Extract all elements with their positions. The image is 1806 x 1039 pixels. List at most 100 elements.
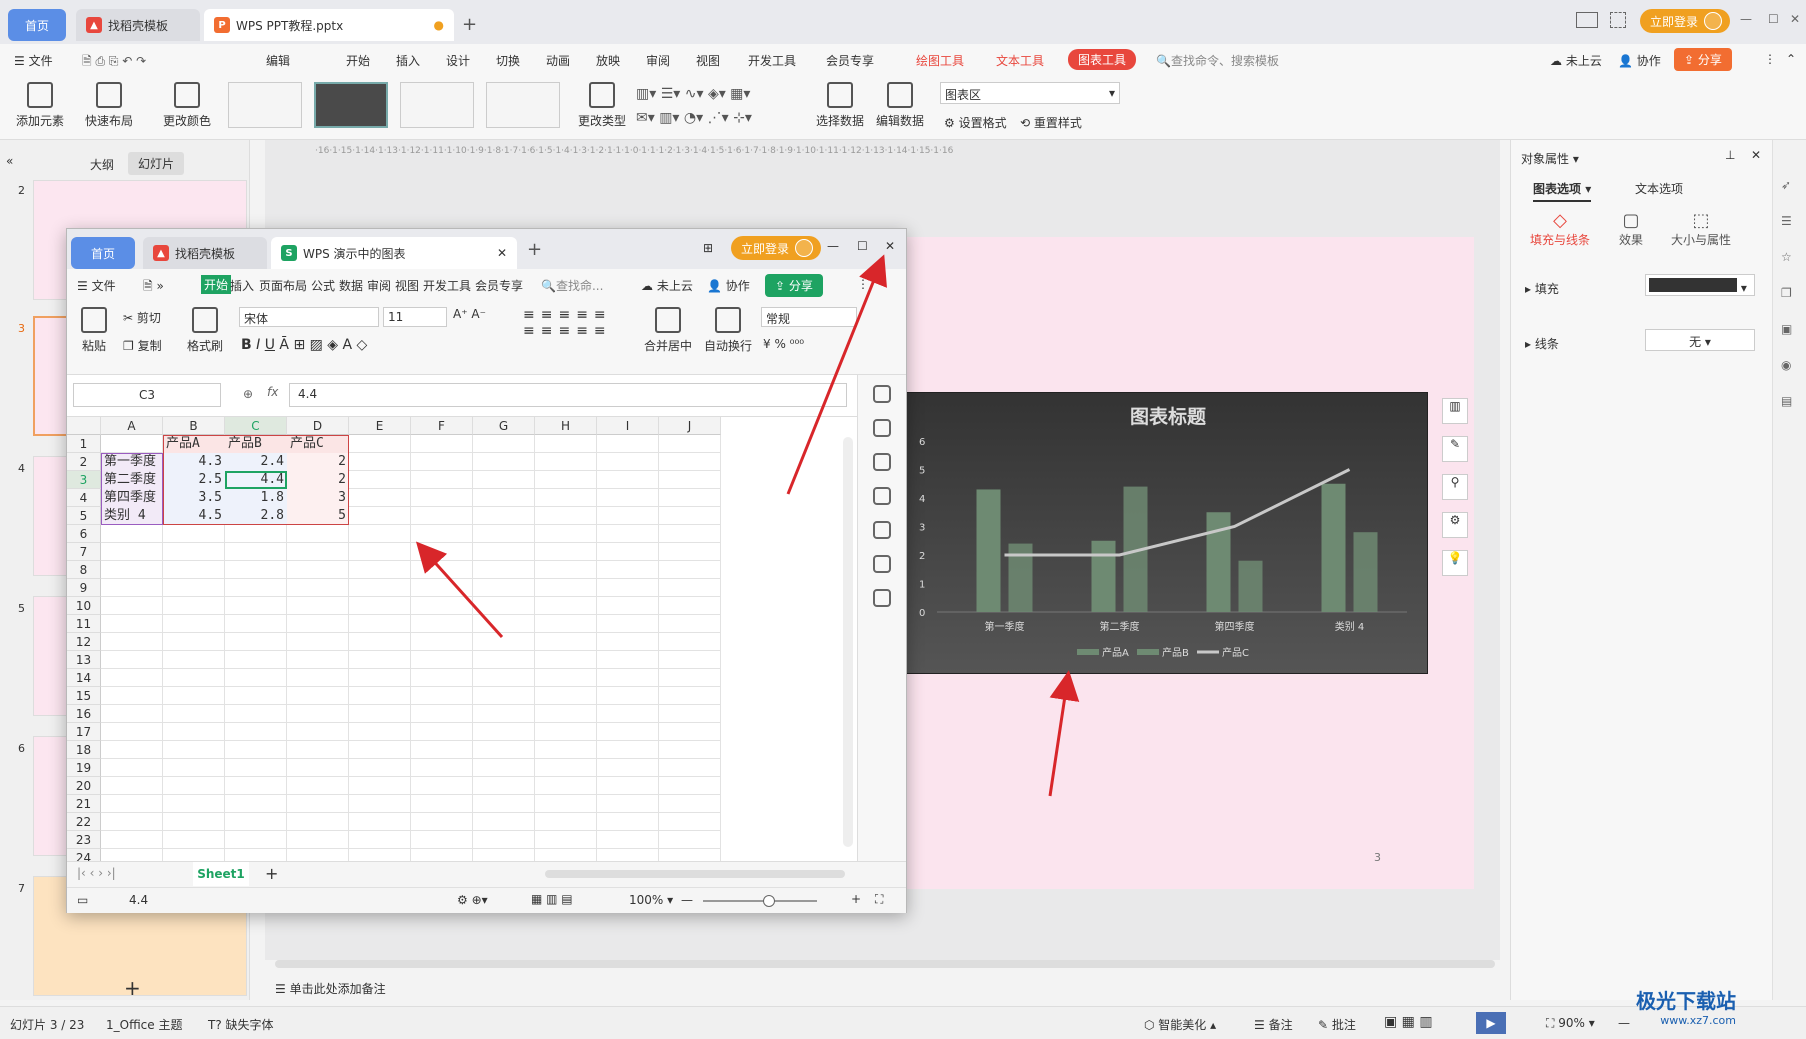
row-header[interactable]: 8 [67, 561, 101, 579]
cloud-button[interactable]: ☁ 未上云 [1550, 52, 1602, 69]
column-header[interactable]: D [287, 417, 349, 435]
new-tab-plus-icon[interactable]: + [527, 239, 542, 260]
change-color-button[interactable]: 更改颜色 [156, 82, 218, 129]
book-icon[interactable] [858, 589, 906, 607]
copy-button[interactable]: ❐ 复制 [123, 337, 162, 354]
font-size-select[interactable]: 11 [383, 307, 447, 327]
minimize-icon[interactable]: — [827, 239, 839, 253]
login-button[interactable]: 立即登录 [1640, 9, 1731, 33]
menu-member[interactable]: 会员专享 [826, 52, 874, 69]
column-header[interactable]: B [163, 417, 225, 435]
cell-reference-box[interactable]: C3 [73, 383, 221, 407]
chart-style-4[interactable] [486, 82, 560, 128]
column-header[interactable]: A [101, 417, 163, 435]
underline-icon[interactable]: U [265, 337, 275, 353]
table-cell[interactable]: 1.8 [225, 489, 287, 507]
tab-text-options[interactable]: 文本选项 [1635, 180, 1683, 197]
zoom-icon[interactable]: ⊕ [243, 387, 253, 401]
ss-menu-member[interactable]: 会员专享 [475, 277, 523, 294]
row-header[interactable]: 13 [67, 651, 101, 669]
pointer-icon[interactable] [858, 419, 906, 437]
column-header[interactable]: E [349, 417, 411, 435]
italic-icon[interactable]: I [256, 337, 260, 353]
table-cell[interactable]: 4.3 [163, 453, 225, 471]
select-data-button[interactable]: 选择数据 [812, 82, 868, 129]
close-tab-icon[interactable]: ✕ [497, 246, 507, 260]
row-header[interactable]: 22 [67, 813, 101, 831]
format-painter-button[interactable]: 格式刷 [183, 307, 227, 354]
column-header[interactable]: G [473, 417, 535, 435]
ss-menu-data[interactable]: 数据 [339, 277, 363, 294]
status-icon[interactable]: ▭ [77, 893, 88, 907]
settings-icon[interactable] [858, 453, 906, 471]
number-format-icons[interactable]: ¥ % ⁰⁰⁰ [763, 337, 804, 351]
chart-style-2[interactable] [314, 82, 388, 128]
zoom-display[interactable]: 100% ▾ [629, 893, 673, 907]
row-header[interactable]: 2 [67, 453, 101, 471]
format-icon[interactable] [858, 487, 906, 505]
collab-button[interactable]: 👤 协作 [1618, 52, 1661, 69]
font-style-icons[interactable]: B I U Ā ⊞ ▨ ◈ A ◇ [241, 337, 367, 353]
table-cell[interactable]: 4.5 [163, 507, 225, 525]
reset-style-button[interactable]: ⟲ 重置样式 [1020, 114, 1082, 131]
image-icon[interactable]: ▣ [1781, 322, 1792, 336]
missing-font-button[interactable]: T? 缺失字体 [208, 1016, 274, 1033]
table-cell[interactable]: 产品C [287, 435, 349, 453]
row-header[interactable]: 3 [67, 471, 101, 489]
menu-text-tools[interactable]: 文本工具 [996, 52, 1044, 69]
play-icon[interactable]: ▶ [1476, 1012, 1506, 1034]
row-header[interactable]: 24 [67, 849, 101, 861]
add-slide-icon[interactable]: + [124, 976, 141, 1000]
fullscreen-icon[interactable]: ⛶ [875, 892, 883, 907]
table-cell[interactable]: 第二季度 [101, 471, 163, 489]
ss-tab-chart[interactable]: S WPS 演示中的图表 ✕ [271, 237, 517, 269]
maximize-icon[interactable]: ☐ [1768, 12, 1779, 26]
close-icon[interactable]: ✕ [1790, 12, 1800, 26]
collapse-ribbon-icon[interactable]: ⌃ [1786, 52, 1796, 66]
chart-style-1[interactable] [228, 82, 302, 128]
font-name-select[interactable]: 宋体 [239, 307, 379, 327]
table-cell[interactable]: 3 [287, 489, 349, 507]
line-style-dropdown[interactable]: 无 ▾ [1645, 329, 1755, 351]
formula-input[interactable]: 4.4 [289, 383, 847, 407]
notes-toggle[interactable]: ☰ 备注 [1254, 1016, 1293, 1033]
menu-design[interactable]: 设计 [446, 52, 470, 69]
more-icon[interactable]: ⋮ [857, 277, 869, 291]
theme-name[interactable]: 1_Office 主题 [106, 1016, 182, 1033]
row-header[interactable]: 10 [67, 597, 101, 615]
ss-menu-view[interactable]: 视图 [395, 277, 419, 294]
zoom-in-icon[interactable]: + [851, 892, 861, 906]
star-icon[interactable]: ☆ [1781, 250, 1792, 264]
ss-menu-start[interactable]: 开始 [201, 275, 232, 294]
column-header[interactable]: F [411, 417, 473, 435]
table-cell[interactable]: 3.5 [163, 489, 225, 507]
wrap-text-button[interactable]: 自动换行 [701, 307, 755, 354]
horizontal-scrollbar[interactable] [545, 870, 845, 878]
row-header[interactable]: 18 [67, 741, 101, 759]
chart-area-dropdown[interactable]: 图表区 ▾ [940, 82, 1120, 104]
ss-menu-formula[interactable]: 公式 [311, 277, 335, 294]
sheet-grid[interactable]: A B C D E F G H I J 1 2 3 4 5 6 7 8 9 10 11 12 13 14 15 16 17 18 19 2… [67, 417, 857, 861]
table-cell[interactable]: 类别 4 [101, 507, 163, 525]
menu-animation[interactable]: 动画 [546, 52, 570, 69]
menu-slideshow[interactable]: 放映 [596, 52, 620, 69]
row-header[interactable]: 5 [67, 507, 101, 525]
merge-center-button[interactable]: 合并居中 [641, 307, 695, 354]
new-tab-plus-icon[interactable]: + [462, 14, 477, 35]
book-icon[interactable]: ▤ [1781, 394, 1792, 408]
row-header[interactable]: 1 [67, 435, 101, 453]
sheet-nav-icons[interactable]: |‹ ‹ › ›| [77, 866, 116, 880]
properties-icon[interactable]: ☰ [1781, 214, 1792, 228]
zoom-slider[interactable] [703, 895, 817, 907]
ss-collab-button[interactable]: 👤 协作 [707, 277, 750, 294]
menu-review[interactable]: 审阅 [646, 52, 670, 69]
add-sheet-icon[interactable]: + [265, 864, 278, 883]
row-header[interactable]: 15 [67, 687, 101, 705]
ss-search[interactable]: 🔍查找命... [541, 277, 603, 294]
table-cell[interactable]: 2.8 [225, 507, 287, 525]
tab-template[interactable]: ▲ 找稻壳模板 [76, 9, 200, 41]
tab-ppt-file[interactable]: P WPS PPT教程.pptx ● [204, 9, 454, 41]
vertical-scrollbar[interactable] [843, 437, 853, 847]
close-icon[interactable]: ✕ [885, 239, 895, 253]
apps-icon[interactable]: ⊞ [703, 241, 713, 255]
